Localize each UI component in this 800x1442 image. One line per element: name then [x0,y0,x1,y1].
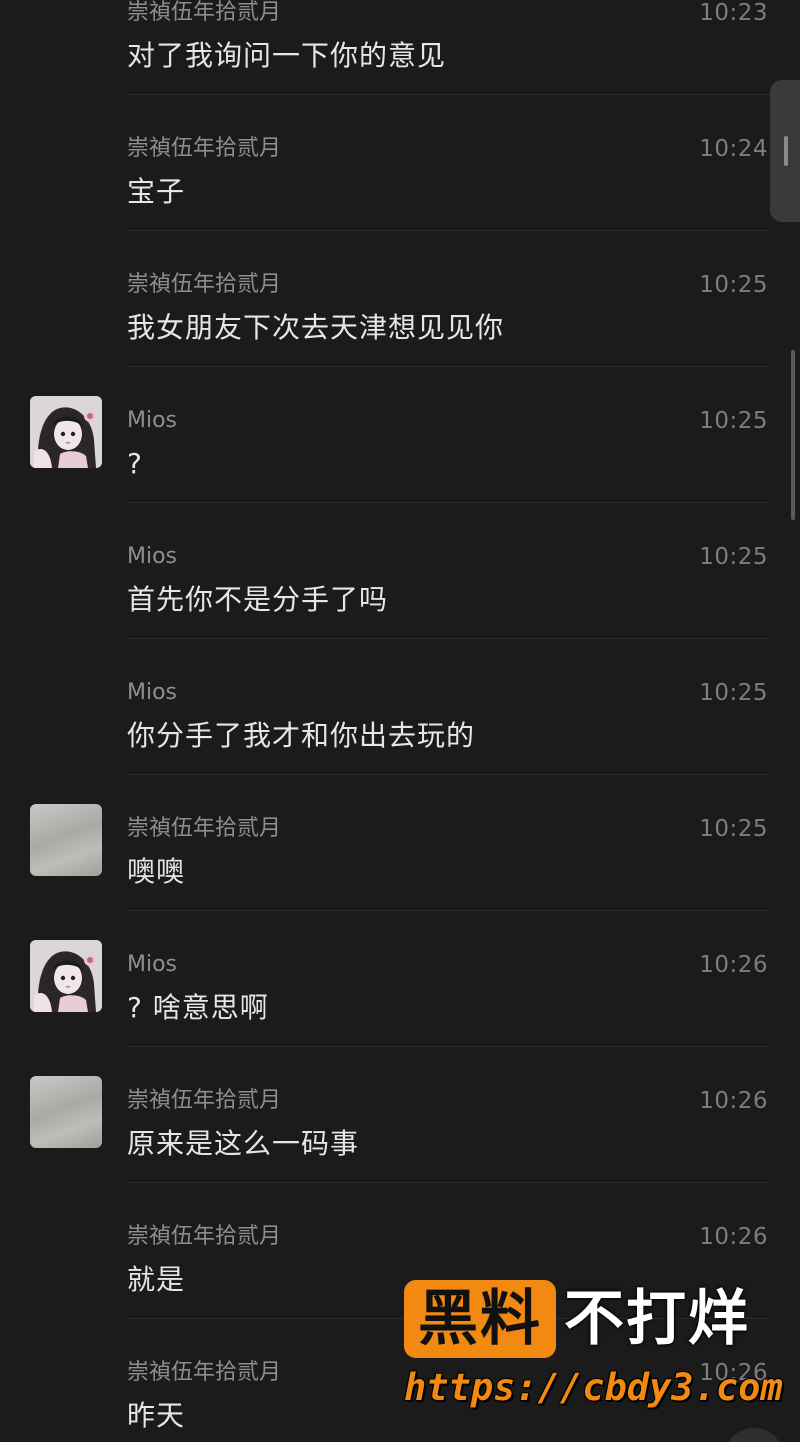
message-text: 噢噢 [127,855,186,888]
message-sender: 崇禎伍年拾贰月 [127,1224,282,1249]
message-time: 10:25 [699,408,768,434]
divider [127,638,770,639]
avatar[interactable] [30,804,102,876]
message-sender: 崇禎伍年拾贰月 [127,816,282,841]
watermark-logo-box: 黑料 [404,1280,556,1358]
avatar[interactable] [30,940,102,1012]
message-text: 你分手了我才和你出去玩的 [127,719,476,752]
watermark-slogan: 不打烊 [564,1284,750,1354]
message-time: 10:25 [699,544,768,570]
message-sender: Mios [127,544,178,569]
message-sender: 崇禎伍年拾贰月 [127,136,282,161]
message-sender: Mios [127,952,178,977]
divider [127,94,770,95]
message-item[interactable]: Mios 10:25? [0,396,800,544]
message-time: 10:25 [699,816,768,842]
message-sender: Mios [127,408,178,433]
message-item[interactable]: 崇禎伍年拾贰月 10:25 噢噢 [0,804,800,952]
message-item[interactable]: Mios 10:26 ? 啥意思啊 [0,940,800,1088]
message-text: 我女朋友下次去天津想见见你 [127,311,505,344]
message-text: ? 啥意思啊 [127,991,269,1024]
divider [127,774,770,775]
message-text: 昨天 [127,1399,186,1432]
anime-girl-icon [30,940,102,1012]
divider [127,1182,770,1183]
divider [127,910,770,911]
message-sender: 崇禎伍年拾贰月 [127,272,282,297]
message-item[interactable]: 崇禎伍年拾贰月 10:25 我女朋友下次去天津想见见你 [0,272,800,408]
divider [127,366,770,367]
avatar[interactable] [30,396,102,468]
drag-handle-icon [784,136,788,166]
message-sender: Mios [127,680,178,705]
message-time: 10:26 [699,1088,768,1114]
watermark: 黑料 不打烊 https://cbdy3.com [404,1280,784,1420]
message-text: 原来是这么一码事 [127,1127,360,1160]
message-item[interactable]: 崇禎伍年拾贰月 10:24 宝子 [0,136,800,272]
message-text: 首先你不是分手了吗 [127,583,389,616]
message-time: 10:25 [699,680,768,706]
divider [127,1046,770,1047]
message-text: ? [127,447,143,480]
scrollbar[interactable] [791,350,795,520]
message-time: 10:26 [699,952,768,978]
message-time: 10:26 [699,1224,768,1250]
anime-girl-icon [30,396,102,468]
message-text: 宝子 [127,175,186,208]
message-sender: 崇禎伍年拾贰月 [127,1088,282,1113]
message-item[interactable]: 崇禎伍年拾贰月 10:26 原来是这么一码事 [0,1076,800,1224]
message-item[interactable]: Mios 10:25 你分手了我才和你出去玩的 [0,680,800,816]
divider [127,502,770,503]
divider [127,230,770,231]
side-panel-tab[interactable] [770,80,800,222]
message-item[interactable]: 崇禎伍年拾贰月 10:23 对了我询问一下你的意见 [0,0,800,136]
message-text: 对了我询问一下你的意见 [127,39,447,72]
message-item[interactable]: Mios 10:25 首先你不是分手了吗 [0,544,800,680]
message-time: 10:23 [699,0,768,26]
watermark-logo-text: 黑料 [418,1284,542,1354]
message-text: 就是 [127,1263,186,1296]
message-time: 10:25 [699,272,768,298]
message-sender: 崇禎伍年拾贰月 [127,1360,282,1385]
message-time: 10:24 [699,136,768,162]
message-sender: 崇禎伍年拾贰月 [127,0,282,25]
avatar[interactable] [30,1076,102,1148]
chat-screen: 崇禎伍年拾贰月 10:23 对了我询问一下你的意见 崇禎伍年拾贰月 10:24 宝子 崇禎伍… [0,0,800,1442]
watermark-url: https://cbdy3.com [404,1366,783,1409]
